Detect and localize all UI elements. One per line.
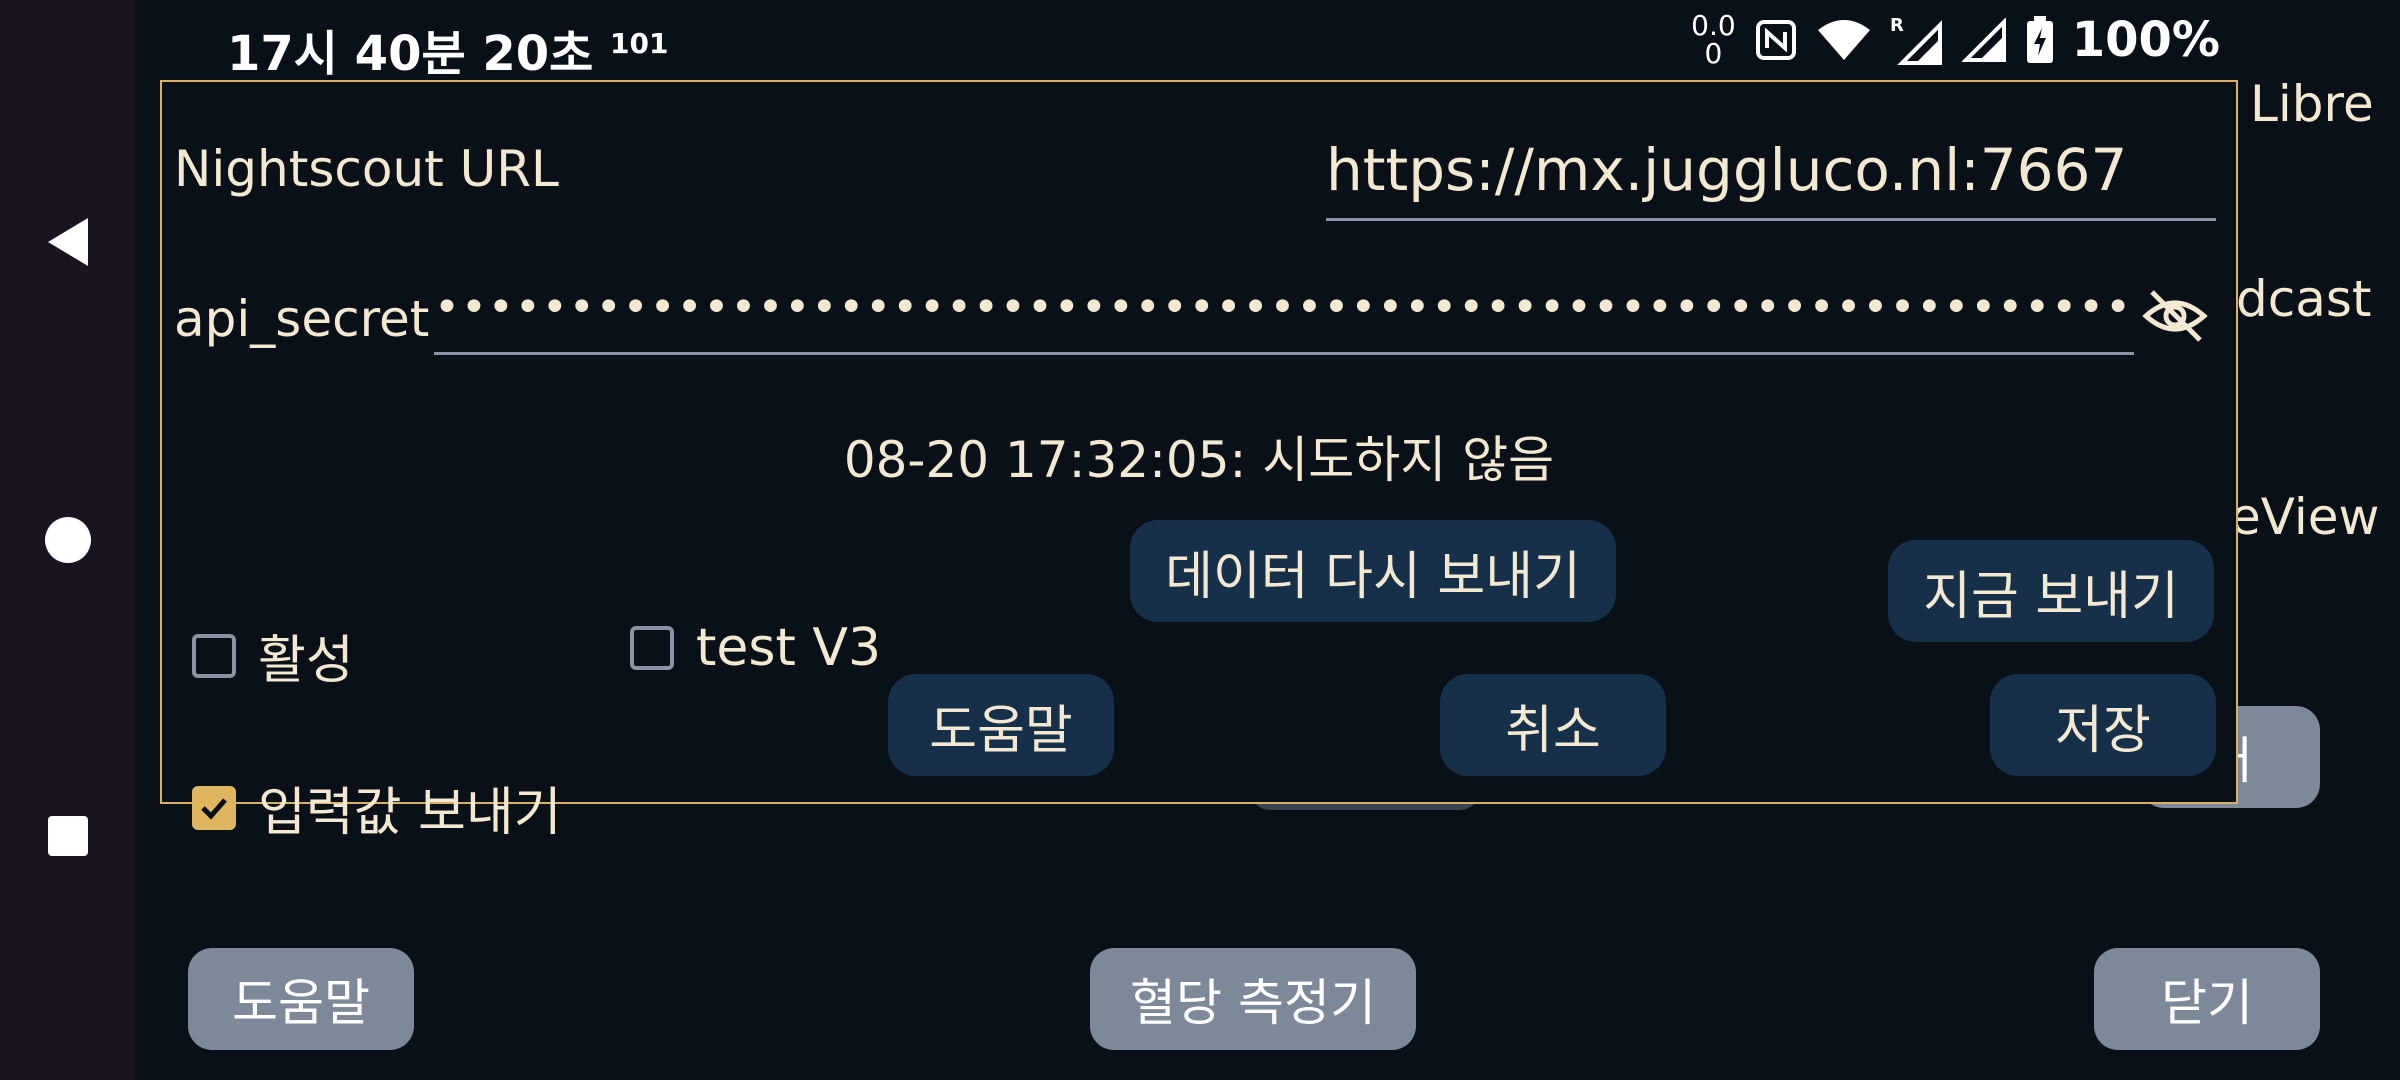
- clock-time: 17시 40분 20초: [227, 26, 594, 82]
- send-input-checkbox[interactable]: 입력값 보내기: [192, 770, 562, 845]
- battery-charging-icon: [2026, 16, 2054, 64]
- test-v3-checkbox[interactable]: test V3: [630, 618, 881, 678]
- net-speed-top: 0.0: [1691, 9, 1736, 42]
- home-circle-icon: [45, 517, 91, 563]
- api-secret-input[interactable]: ••••••••••••••••••••••••••••••••••••••••…: [434, 262, 2134, 355]
- upload-status: 08-20 17:32:05: 시도하지 않음: [843, 431, 1555, 489]
- status-clock: 17시 40분 20초 101: [227, 14, 668, 84]
- nfc-icon: [1754, 18, 1798, 62]
- back-triangle-icon: [48, 218, 88, 266]
- wifi-icon: [1816, 18, 1872, 62]
- signal-roaming-icon: R: [1890, 15, 1944, 65]
- battery-percent: 100%: [2071, 12, 2220, 68]
- test-v3-checkbox-label: test V3: [696, 618, 882, 678]
- nightscout-url-input[interactable]: https://mx.juggluco.nl:7667: [1326, 122, 2216, 221]
- recents-square-icon: [48, 816, 88, 856]
- visibility-off-icon[interactable]: [2142, 286, 2208, 346]
- back-button[interactable]: [44, 218, 92, 266]
- resend-data-button[interactable]: 데이터 다시 보내기: [1130, 520, 1616, 622]
- active-checkbox-box[interactable]: [192, 633, 236, 678]
- send-now-button[interactable]: 지금 보내기: [1888, 540, 2214, 642]
- net-speed-bottom: 0: [1704, 37, 1723, 70]
- bg-eview-label: eView: [2230, 488, 2380, 546]
- active-checkbox[interactable]: 활성: [192, 618, 354, 693]
- save-button[interactable]: 저장: [1990, 674, 2216, 776]
- checkmark-icon: [201, 797, 227, 820]
- bg-help-button[interactable]: 도움말: [188, 948, 414, 1050]
- test-v3-checkbox-box[interactable]: [630, 626, 674, 670]
- help-button[interactable]: 도움말: [888, 674, 1114, 776]
- svg-text:R: R: [1890, 15, 1904, 36]
- send-input-checkbox-label: 입력값 보내기: [258, 783, 562, 843]
- status-bar: 17시 40분 20초 101 0.0 0 R 100%: [135, 0, 2400, 85]
- cancel-button[interactable]: 취소: [1440, 674, 1666, 776]
- api-secret-label: api_secret: [174, 290, 430, 348]
- bg-libre-label: Libre: [2250, 75, 2374, 133]
- clock-superscript: 101: [610, 27, 669, 60]
- recents-button[interactable]: [44, 812, 92, 860]
- nightscout-url-label: Nightscout URL: [174, 140, 559, 198]
- status-icons: 0.0 0 R 100%: [1691, 12, 2220, 69]
- nightscout-dialog: Nightscout URL https://mx.juggluco.nl:76…: [160, 80, 2238, 843]
- home-button[interactable]: [44, 516, 92, 564]
- net-speed: 0.0 0: [1691, 12, 1736, 68]
- navigation-bar: [0, 0, 135, 1080]
- bg-glucose-meter-button[interactable]: 혈당 측정기: [1090, 948, 1416, 1050]
- signal-icon: [1961, 18, 2008, 62]
- bg-broadcast-label: dcast: [2236, 270, 2372, 328]
- bg-close-button[interactable]: 닫기: [2094, 948, 2320, 1050]
- send-input-checkbox-box[interactable]: [192, 785, 236, 830]
- active-checkbox-label: 활성: [258, 631, 354, 691]
